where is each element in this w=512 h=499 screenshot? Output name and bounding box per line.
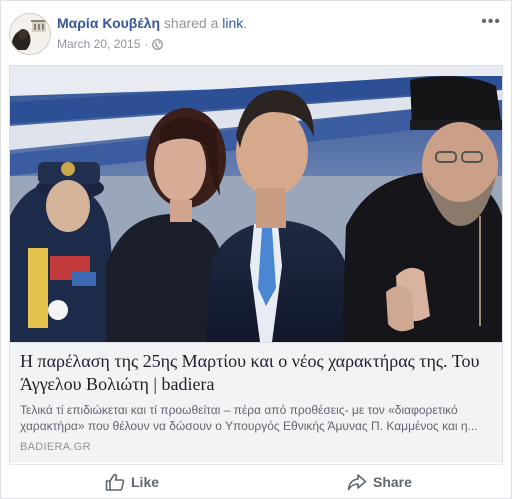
meta-separator: · bbox=[144, 37, 149, 51]
thumbs-up-icon bbox=[105, 473, 125, 491]
post-title-line: Μαρία Κουβέλη shared a link. bbox=[57, 15, 247, 31]
share-label: Share bbox=[373, 474, 412, 490]
link-domain: BADIERA.GR bbox=[20, 441, 91, 453]
avatar-image bbox=[10, 14, 50, 54]
like-label: Like bbox=[131, 474, 160, 490]
post-date-link[interactable]: March 20, 2015 bbox=[57, 37, 140, 51]
link-title[interactable]: Η παρέλαση της 25ης Μαρτίου και ο νέος χ… bbox=[20, 350, 492, 396]
share-arrow-icon bbox=[347, 474, 367, 491]
post-card: Μαρία Κουβέλη shared a link. March 20, 2… bbox=[0, 0, 512, 499]
link-description: Τελικά τί επιδιώκεται και τί προωθείται … bbox=[20, 403, 478, 433]
post-header: Μαρία Κουβέλη shared a link. March 20, 2… bbox=[9, 9, 503, 55]
post-actions-bar: Like Share bbox=[9, 464, 503, 497]
link-preview-image[interactable] bbox=[10, 66, 502, 342]
action-period: . bbox=[243, 15, 248, 31]
like-button[interactable]: Like bbox=[105, 469, 159, 495]
action-text: shared a bbox=[163, 15, 219, 31]
shared-link-link[interactable]: link bbox=[222, 15, 243, 31]
preview-photo bbox=[10, 66, 502, 342]
link-preview-body[interactable]: Η παρέλαση της 25ης Μαρτίου και ο νέος χ… bbox=[10, 342, 502, 463]
globe-icon[interactable] bbox=[152, 38, 164, 50]
more-options-icon[interactable]: ••• bbox=[481, 13, 501, 31]
share-button[interactable]: Share bbox=[347, 469, 412, 495]
link-preview-card[interactable]: Η παρέλαση της 25ης Μαρτίου και ο νέος χ… bbox=[9, 65, 503, 463]
author-name-link[interactable]: Μαρία Κουβέλη bbox=[57, 15, 160, 31]
post-meta: March 20, 2015 · bbox=[57, 37, 164, 51]
author-avatar[interactable] bbox=[9, 13, 51, 55]
